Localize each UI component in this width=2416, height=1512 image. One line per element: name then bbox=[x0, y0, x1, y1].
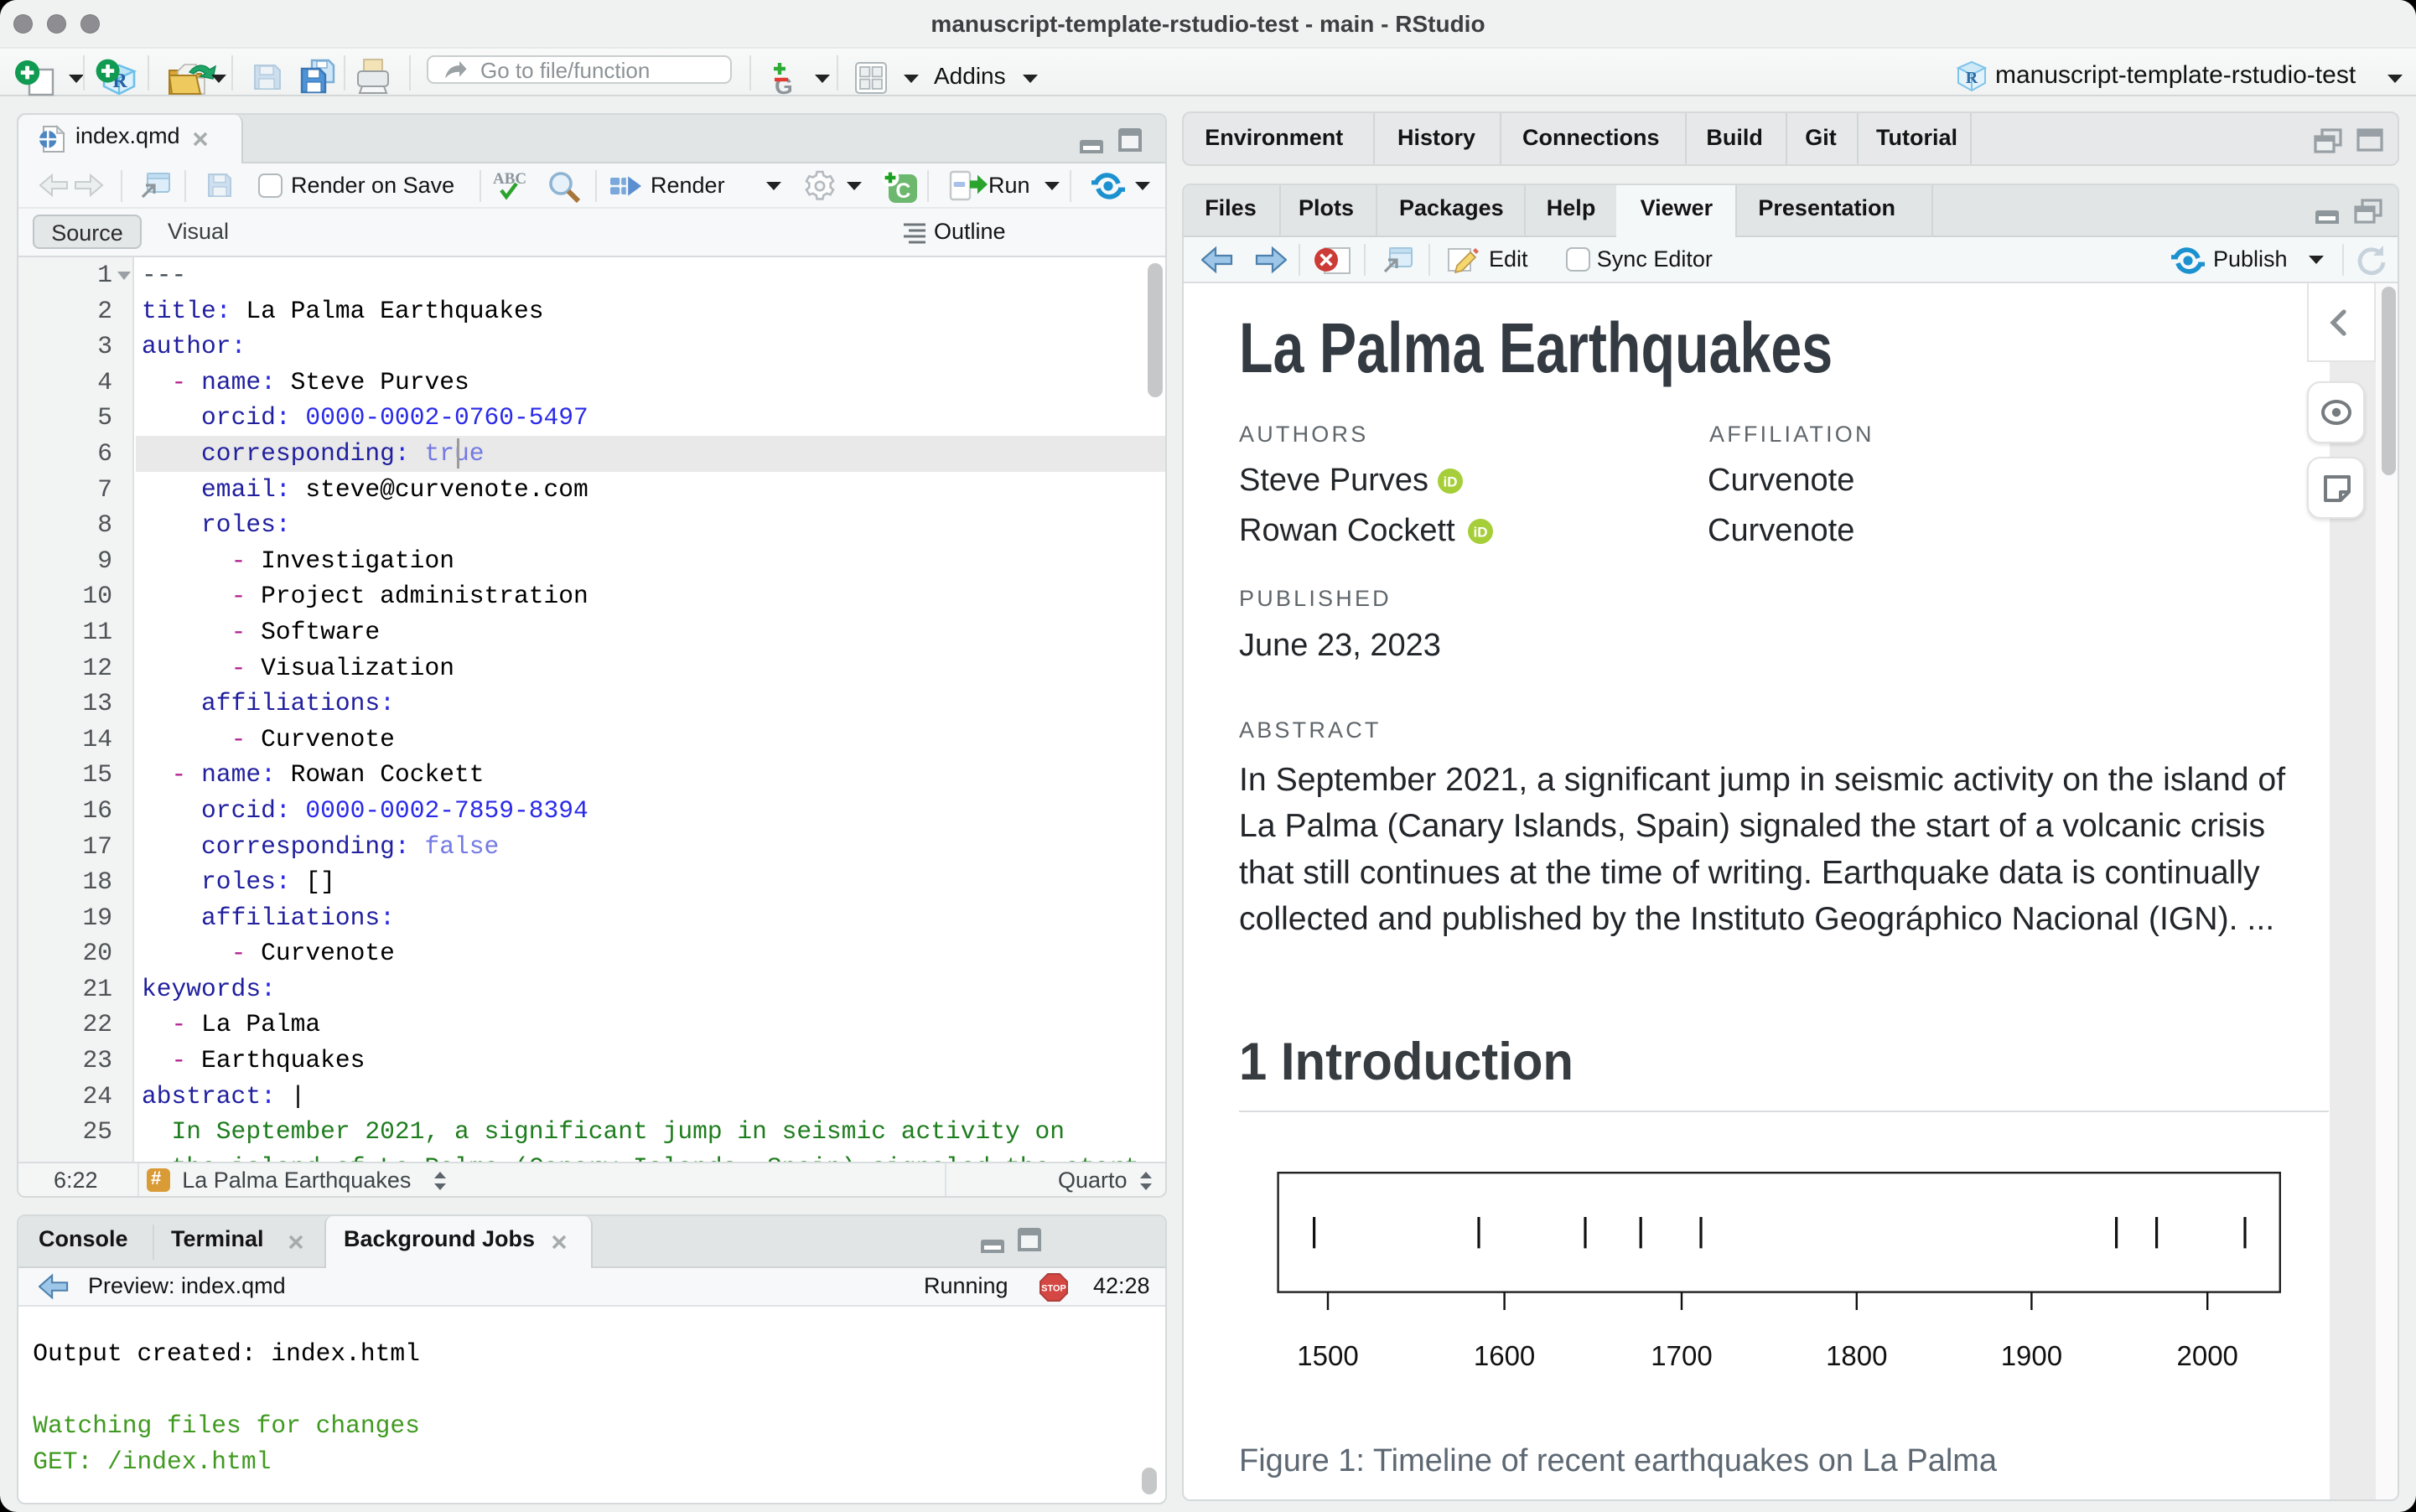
svg-text:1800: 1800 bbox=[1826, 1340, 1887, 1371]
svg-text:1700: 1700 bbox=[1651, 1340, 1712, 1371]
svg-text:G: G bbox=[775, 73, 793, 97]
svg-text:2000: 2000 bbox=[2176, 1340, 2237, 1371]
svg-text:iD: iD bbox=[1473, 525, 1487, 541]
svg-text:C: C bbox=[895, 179, 910, 203]
svg-text:1600: 1600 bbox=[1474, 1340, 1535, 1371]
svg-text:1500: 1500 bbox=[1297, 1340, 1358, 1371]
svg-text:ABC: ABC bbox=[493, 170, 526, 188]
svg-text:R: R bbox=[1966, 69, 1978, 87]
svg-text:STOP: STOP bbox=[1041, 1284, 1066, 1294]
svg-text:iD: iD bbox=[1444, 474, 1458, 490]
svg-text:1900: 1900 bbox=[2001, 1340, 2062, 1371]
